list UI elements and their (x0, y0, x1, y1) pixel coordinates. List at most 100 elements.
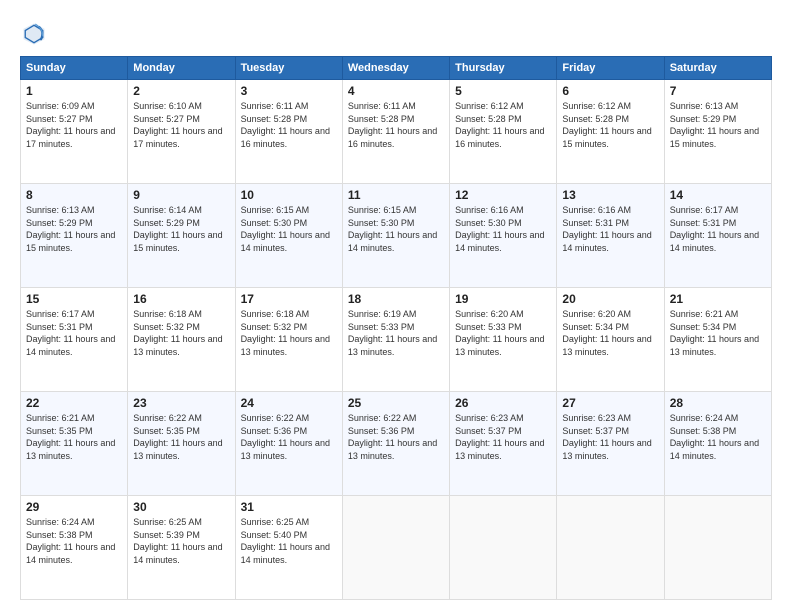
calendar-cell: 10 Sunrise: 6:15 AMSunset: 5:30 PMDayligh… (235, 184, 342, 288)
day-number: 6 (562, 84, 658, 98)
day-detail: Sunrise: 6:20 AMSunset: 5:34 PMDaylight:… (562, 308, 658, 358)
day-detail: Sunrise: 6:13 AMSunset: 5:29 PMDaylight:… (26, 204, 122, 254)
calendar-cell: 21 Sunrise: 6:21 AMSunset: 5:34 PMDayligh… (664, 288, 771, 392)
day-number: 12 (455, 188, 551, 202)
page: SundayMondayTuesdayWednesdayThursdayFrid… (0, 0, 792, 612)
day-number: 21 (670, 292, 766, 306)
day-number: 8 (26, 188, 122, 202)
day-number: 28 (670, 396, 766, 410)
day-number: 2 (133, 84, 229, 98)
calendar-cell: 15 Sunrise: 6:17 AMSunset: 5:31 PMDayligh… (21, 288, 128, 392)
day-detail: Sunrise: 6:24 AMSunset: 5:38 PMDaylight:… (26, 516, 122, 566)
day-detail: Sunrise: 6:15 AMSunset: 5:30 PMDaylight:… (348, 204, 444, 254)
day-detail: Sunrise: 6:22 AMSunset: 5:35 PMDaylight:… (133, 412, 229, 462)
day-number: 7 (670, 84, 766, 98)
day-detail: Sunrise: 6:15 AMSunset: 5:30 PMDaylight:… (241, 204, 337, 254)
calendar-cell (664, 496, 771, 600)
day-detail: Sunrise: 6:22 AMSunset: 5:36 PMDaylight:… (241, 412, 337, 462)
col-header-saturday: Saturday (664, 57, 771, 80)
day-number: 5 (455, 84, 551, 98)
day-detail: Sunrise: 6:21 AMSunset: 5:35 PMDaylight:… (26, 412, 122, 462)
day-number: 4 (348, 84, 444, 98)
day-number: 22 (26, 396, 122, 410)
calendar-cell: 18 Sunrise: 6:19 AMSunset: 5:33 PMDayligh… (342, 288, 449, 392)
day-number: 20 (562, 292, 658, 306)
logo-icon (20, 20, 48, 48)
calendar-cell: 23 Sunrise: 6:22 AMSunset: 5:35 PMDayligh… (128, 392, 235, 496)
calendar-table: SundayMondayTuesdayWednesdayThursdayFrid… (20, 56, 772, 600)
day-detail: Sunrise: 6:09 AMSunset: 5:27 PMDaylight:… (26, 100, 122, 150)
calendar-cell: 6Sunrise: 6:12 AMSunset: 5:28 PMDaylight… (557, 80, 664, 184)
calendar-cell: 29 Sunrise: 6:24 AMSunset: 5:38 PMDayligh… (21, 496, 128, 600)
logo (20, 20, 52, 48)
day-number: 10 (241, 188, 337, 202)
calendar-cell: 7 Sunrise: 6:13 AMSunset: 5:29 PMDaylight… (664, 80, 771, 184)
day-detail: Sunrise: 6:19 AMSunset: 5:33 PMDaylight:… (348, 308, 444, 358)
day-detail: Sunrise: 6:21 AMSunset: 5:34 PMDaylight:… (670, 308, 766, 358)
calendar-cell: 11 Sunrise: 6:15 AMSunset: 5:30 PMDayligh… (342, 184, 449, 288)
calendar-cell: 20 Sunrise: 6:20 AMSunset: 5:34 PMDayligh… (557, 288, 664, 392)
day-number: 13 (562, 188, 658, 202)
calendar-cell: 17 Sunrise: 6:18 AMSunset: 5:32 PMDayligh… (235, 288, 342, 392)
day-detail: Sunrise: 6:14 AMSunset: 5:29 PMDaylight:… (133, 204, 229, 254)
day-detail: Sunrise: 6:18 AMSunset: 5:32 PMDaylight:… (133, 308, 229, 358)
day-detail: Sunrise: 6:17 AMSunset: 5:31 PMDaylight:… (670, 204, 766, 254)
col-header-sunday: Sunday (21, 57, 128, 80)
calendar-cell (557, 496, 664, 600)
day-number: 26 (455, 396, 551, 410)
calendar-cell: 4 Sunrise: 6:11 AMSunset: 5:28 PMDaylight… (342, 80, 449, 184)
calendar-cell (342, 496, 449, 600)
day-number: 29 (26, 500, 122, 514)
day-detail: Sunrise: 6:23 AMSunset: 5:37 PMDaylight:… (455, 412, 551, 462)
day-detail: Sunrise: 6:16 AMSunset: 5:31 PMDaylight:… (562, 204, 658, 254)
day-number: 27 (562, 396, 658, 410)
day-detail: Sunrise: 6:22 AMSunset: 5:36 PMDaylight:… (348, 412, 444, 462)
col-header-monday: Monday (128, 57, 235, 80)
day-number: 11 (348, 188, 444, 202)
day-number: 9 (133, 188, 229, 202)
day-detail: Sunrise: 6:16 AMSunset: 5:30 PMDaylight:… (455, 204, 551, 254)
day-detail: Sunrise: 6:13 AMSunset: 5:29 PMDaylight:… (670, 100, 766, 150)
day-detail: Sunrise: 6:11 AMSunset: 5:28 PMDaylight:… (348, 100, 444, 150)
day-detail: Sunrise: 6:10 AMSunset: 5:27 PMDaylight:… (133, 100, 229, 150)
day-detail: Sunrise: 6:23 AMSunset: 5:37 PMDaylight:… (562, 412, 658, 462)
calendar-cell: 22 Sunrise: 6:21 AMSunset: 5:35 PMDayligh… (21, 392, 128, 496)
calendar-cell: 1 Sunrise: 6:09 AMSunset: 5:27 PMDaylight… (21, 80, 128, 184)
day-number: 30 (133, 500, 229, 514)
calendar-cell: 13 Sunrise: 6:16 AMSunset: 5:31 PMDayligh… (557, 184, 664, 288)
col-header-tuesday: Tuesday (235, 57, 342, 80)
day-number: 16 (133, 292, 229, 306)
day-detail: Sunrise: 6:18 AMSunset: 5:32 PMDaylight:… (241, 308, 337, 358)
day-number: 15 (26, 292, 122, 306)
day-number: 23 (133, 396, 229, 410)
calendar-cell: 30Sunrise: 6:25 AMSunset: 5:39 PMDayligh… (128, 496, 235, 600)
calendar-cell: 3 Sunrise: 6:11 AMSunset: 5:28 PMDaylight… (235, 80, 342, 184)
week-row-4: 22 Sunrise: 6:21 AMSunset: 5:35 PMDayligh… (21, 392, 772, 496)
calendar-cell: 14Sunrise: 6:17 AMSunset: 5:31 PMDayligh… (664, 184, 771, 288)
day-detail: Sunrise: 6:25 AMSunset: 5:40 PMDaylight:… (241, 516, 337, 566)
week-row-1: 1 Sunrise: 6:09 AMSunset: 5:27 PMDaylight… (21, 80, 772, 184)
calendar-cell: 26 Sunrise: 6:23 AMSunset: 5:37 PMDayligh… (450, 392, 557, 496)
day-number: 18 (348, 292, 444, 306)
day-detail: Sunrise: 6:11 AMSunset: 5:28 PMDaylight:… (241, 100, 337, 150)
day-detail: Sunrise: 6:17 AMSunset: 5:31 PMDaylight:… (26, 308, 122, 358)
day-number: 19 (455, 292, 551, 306)
calendar-cell: 9 Sunrise: 6:14 AMSunset: 5:29 PMDaylight… (128, 184, 235, 288)
col-header-friday: Friday (557, 57, 664, 80)
calendar-cell: 27 Sunrise: 6:23 AMSunset: 5:37 PMDayligh… (557, 392, 664, 496)
day-number: 24 (241, 396, 337, 410)
day-number: 1 (26, 84, 122, 98)
col-header-wednesday: Wednesday (342, 57, 449, 80)
calendar-cell: 8 Sunrise: 6:13 AMSunset: 5:29 PMDaylight… (21, 184, 128, 288)
day-number: 17 (241, 292, 337, 306)
calendar-cell: 12 Sunrise: 6:16 AMSunset: 5:30 PMDayligh… (450, 184, 557, 288)
calendar-cell: 31Sunrise: 6:25 AMSunset: 5:40 PMDayligh… (235, 496, 342, 600)
calendar-cell: 19 Sunrise: 6:20 AMSunset: 5:33 PMDayligh… (450, 288, 557, 392)
header (20, 16, 772, 48)
day-detail: Sunrise: 6:20 AMSunset: 5:33 PMDaylight:… (455, 308, 551, 358)
calendar-cell (450, 496, 557, 600)
calendar-cell: 16 Sunrise: 6:18 AMSunset: 5:32 PMDayligh… (128, 288, 235, 392)
day-detail: Sunrise: 6:12 AMSunset: 5:28 PMDaylight:… (455, 100, 551, 150)
day-number: 3 (241, 84, 337, 98)
week-row-3: 15 Sunrise: 6:17 AMSunset: 5:31 PMDayligh… (21, 288, 772, 392)
